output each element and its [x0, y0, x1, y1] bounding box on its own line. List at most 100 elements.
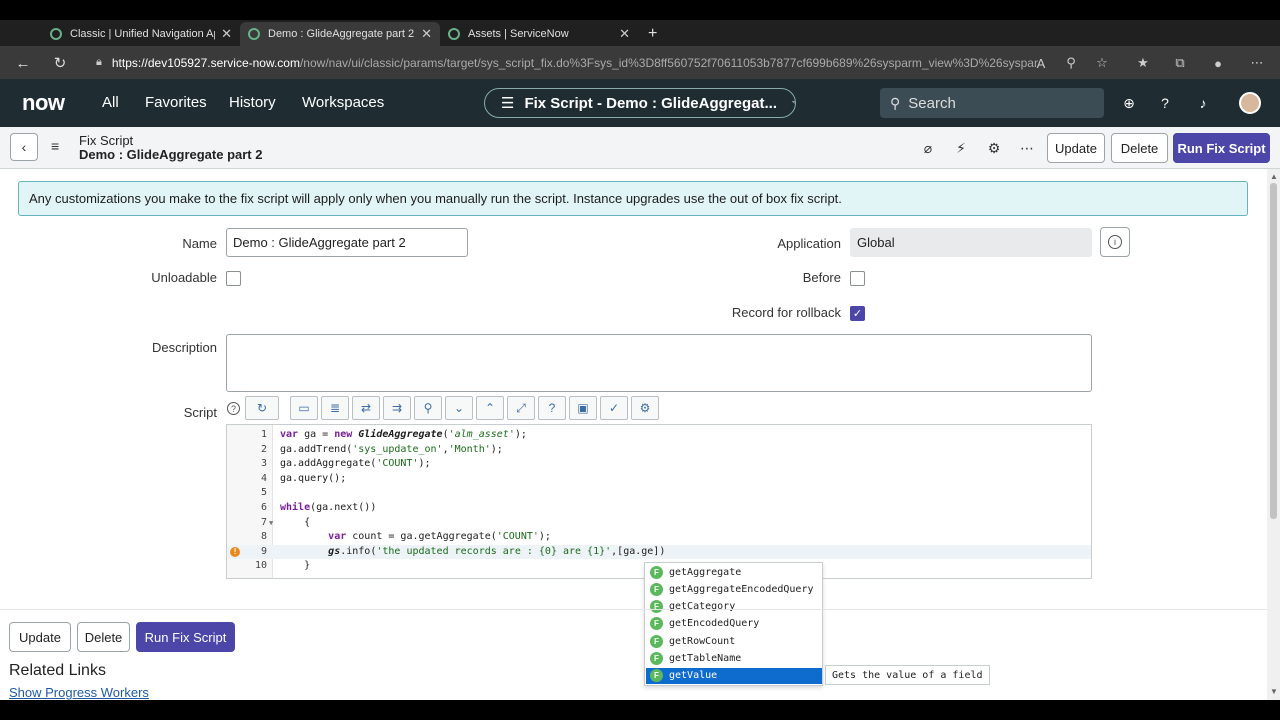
browser-tab-bar: ▭ Classic | Unified Navigation App ✕ Dem… [0, 20, 1280, 61]
url-field[interactable]: 🔒︎ https://dev105927.service-now.com/now… [88, 50, 1038, 75]
favorites-icon[interactable]: ★ [1133, 53, 1153, 73]
toggle-syntax-icon[interactable]: ↻ [245, 396, 279, 420]
warning-icon[interactable]: ! [230, 546, 240, 557]
page-scrollbar[interactable]: ▲ ▼ [1267, 169, 1280, 700]
menu-history[interactable]: History [229, 94, 276, 111]
update-button[interactable]: Update [1047, 133, 1105, 163]
description-field[interactable] [226, 334, 1092, 392]
application-field: Global [850, 228, 1092, 257]
favorite-add-icon[interactable]: ☆ [1092, 53, 1112, 73]
help-icon[interactable]: ? [1155, 93, 1175, 113]
rollback-checkbox[interactable]: ✓ [850, 306, 865, 321]
scroll-up-icon[interactable]: ▲ [1270, 172, 1278, 181]
related-links-heading: Related Links [9, 662, 106, 679]
fullscreen-icon[interactable]: ⤢ [507, 396, 535, 420]
menu-favorites[interactable]: Favorites [145, 94, 207, 111]
save-icon[interactable]: ▣ [569, 396, 597, 420]
close-tab-icon[interactable]: ✕ [221, 26, 232, 42]
screen-bottom-border [0, 700, 1280, 720]
application-label: Application [777, 236, 841, 251]
servicenow-favicon-icon [248, 28, 260, 40]
menu-workspaces[interactable]: Workspaces [302, 94, 384, 111]
find-next-icon[interactable]: ⌄ [445, 396, 473, 420]
autocomplete-item[interactable]: FgetRowCount [646, 633, 822, 649]
delete-button[interactable]: Delete [1111, 133, 1168, 163]
close-tab-icon[interactable]: ✕ [619, 26, 630, 42]
replace-icon[interactable]: ⇄ [352, 396, 380, 420]
function-badge-icon: F [650, 582, 663, 596]
divider [0, 609, 1267, 610]
autocomplete-item[interactable]: FgetAggregateEncodedQuery [646, 581, 822, 597]
list-icon: ☰ [501, 95, 515, 112]
browser-tab[interactable]: Classic | Unified Navigation App ✕ [42, 22, 240, 46]
back-arrow-icon[interactable]: ← [13, 53, 33, 73]
bell-icon[interactable]: ♪ [1193, 93, 1213, 113]
before-checkbox[interactable] [850, 271, 865, 286]
application-info-button[interactable]: i [1100, 227, 1130, 257]
avatar[interactable] [1239, 92, 1261, 114]
scroll-thumb[interactable] [1270, 183, 1277, 519]
profile-icon[interactable]: ● [1208, 53, 1228, 73]
servicenow-favicon-icon [50, 28, 62, 40]
script-help-icon[interactable]: ? [227, 402, 240, 415]
run-fix-script-button[interactable]: Run Fix Script [1173, 133, 1270, 163]
back-button[interactable]: ‹ [10, 133, 38, 161]
bottom-run-fix-script-button[interactable]: Run Fix Script [136, 622, 235, 652]
refresh-icon[interactable]: ↻ [50, 53, 70, 73]
unloadable-checkbox[interactable] [226, 271, 241, 286]
collections-icon[interactable]: ⧉ [1170, 53, 1190, 73]
read-aloud-icon[interactable]: A [1031, 53, 1051, 73]
activity-icon[interactable]: ⚡ [952, 139, 970, 157]
show-progress-workers-link[interactable]: Show Progress Workers [9, 685, 149, 700]
more-actions-icon[interactable]: ⋯ [1018, 139, 1036, 157]
description-label: Description [151, 340, 217, 355]
servicenow-favicon-icon [448, 28, 460, 40]
settings-sliders-icon[interactable]: ⚙ [985, 139, 1003, 157]
star-icon[interactable]: ☆ [791, 94, 795, 112]
autocomplete-item[interactable]: FgetEncodedQuery [646, 616, 822, 632]
autocomplete-item[interactable]: FgetCategory [646, 599, 822, 615]
form-menu-icon[interactable]: ≡ [51, 138, 59, 154]
function-badge-icon: F [650, 565, 663, 579]
global-search-input[interactable]: ⚲ Search [880, 88, 1104, 118]
globe-icon[interactable]: ⊕ [1119, 93, 1139, 113]
zoom-icon[interactable]: ⚲ [1061, 53, 1081, 73]
now-logo[interactable]: now [22, 90, 65, 116]
browser-tab[interactable]: Assets | ServiceNow ✕ [440, 22, 638, 46]
context-pill[interactable]: ☰ Fix Script - Demo : GlideAggregat... ☆ [484, 88, 796, 118]
scroll-down-icon[interactable]: ▼ [1270, 687, 1278, 696]
bottom-update-button[interactable]: Update [9, 622, 71, 652]
function-badge-icon: F [650, 634, 663, 648]
attachment-icon[interactable]: ⌀ [919, 139, 937, 157]
find-previous-icon[interactable]: ⌃ [476, 396, 504, 420]
code-line: 7 ▼ { [227, 516, 1091, 531]
servicenow-header: now All Favorites History Workspaces ☰ F… [0, 79, 1280, 127]
search-code-icon[interactable]: ⚲ [414, 396, 442, 420]
editor-help-icon[interactable]: ? [538, 396, 566, 420]
autocomplete-item-selected[interactable]: FgetValue [646, 667, 822, 684]
script-editor[interactable]: 1 var ga = new GlideAggregate('alm_asset'… [226, 424, 1092, 579]
code-line: 4 ga.query(); [260, 472, 347, 484]
name-field[interactable]: Demo : GlideAggregate part 2 [226, 228, 468, 257]
check-syntax-icon[interactable]: ✓ [600, 396, 628, 420]
code-line-active: ! 9 gs.info('the updated records are : {0… [227, 544, 1091, 560]
script-debugger-icon[interactable]: ⚙ [631, 396, 659, 420]
comment-icon[interactable]: ▭ [290, 396, 318, 420]
autocomplete-item[interactable]: FgetAggregate [646, 564, 822, 580]
fold-arrow-icon[interactable]: ▼ [269, 516, 273, 531]
autocomplete-item[interactable]: FgetTableName [646, 651, 822, 667]
function-badge-icon: F [650, 669, 663, 683]
screen-top-border [0, 0, 1280, 20]
browser-tab-active[interactable]: Demo : GlideAggregate part 2 | F ✕ [240, 22, 440, 46]
replace-all-icon[interactable]: ⇉ [383, 396, 411, 420]
rollback-label: Record for rollback [731, 305, 841, 320]
menu-all[interactable]: All [102, 94, 119, 111]
code-line: 6 while(ga.next()) [260, 502, 377, 513]
form-body: Any customizations you make to the fix s… [0, 169, 1267, 700]
more-menu-icon[interactable]: ⋯ [1247, 53, 1267, 73]
bottom-delete-button[interactable]: Delete [77, 622, 130, 652]
close-tab-icon[interactable]: ✕ [421, 26, 432, 42]
info-icon: i [1108, 235, 1122, 249]
new-tab-button[interactable]: + [640, 22, 664, 46]
format-code-icon[interactable]: ≣ [321, 396, 349, 420]
